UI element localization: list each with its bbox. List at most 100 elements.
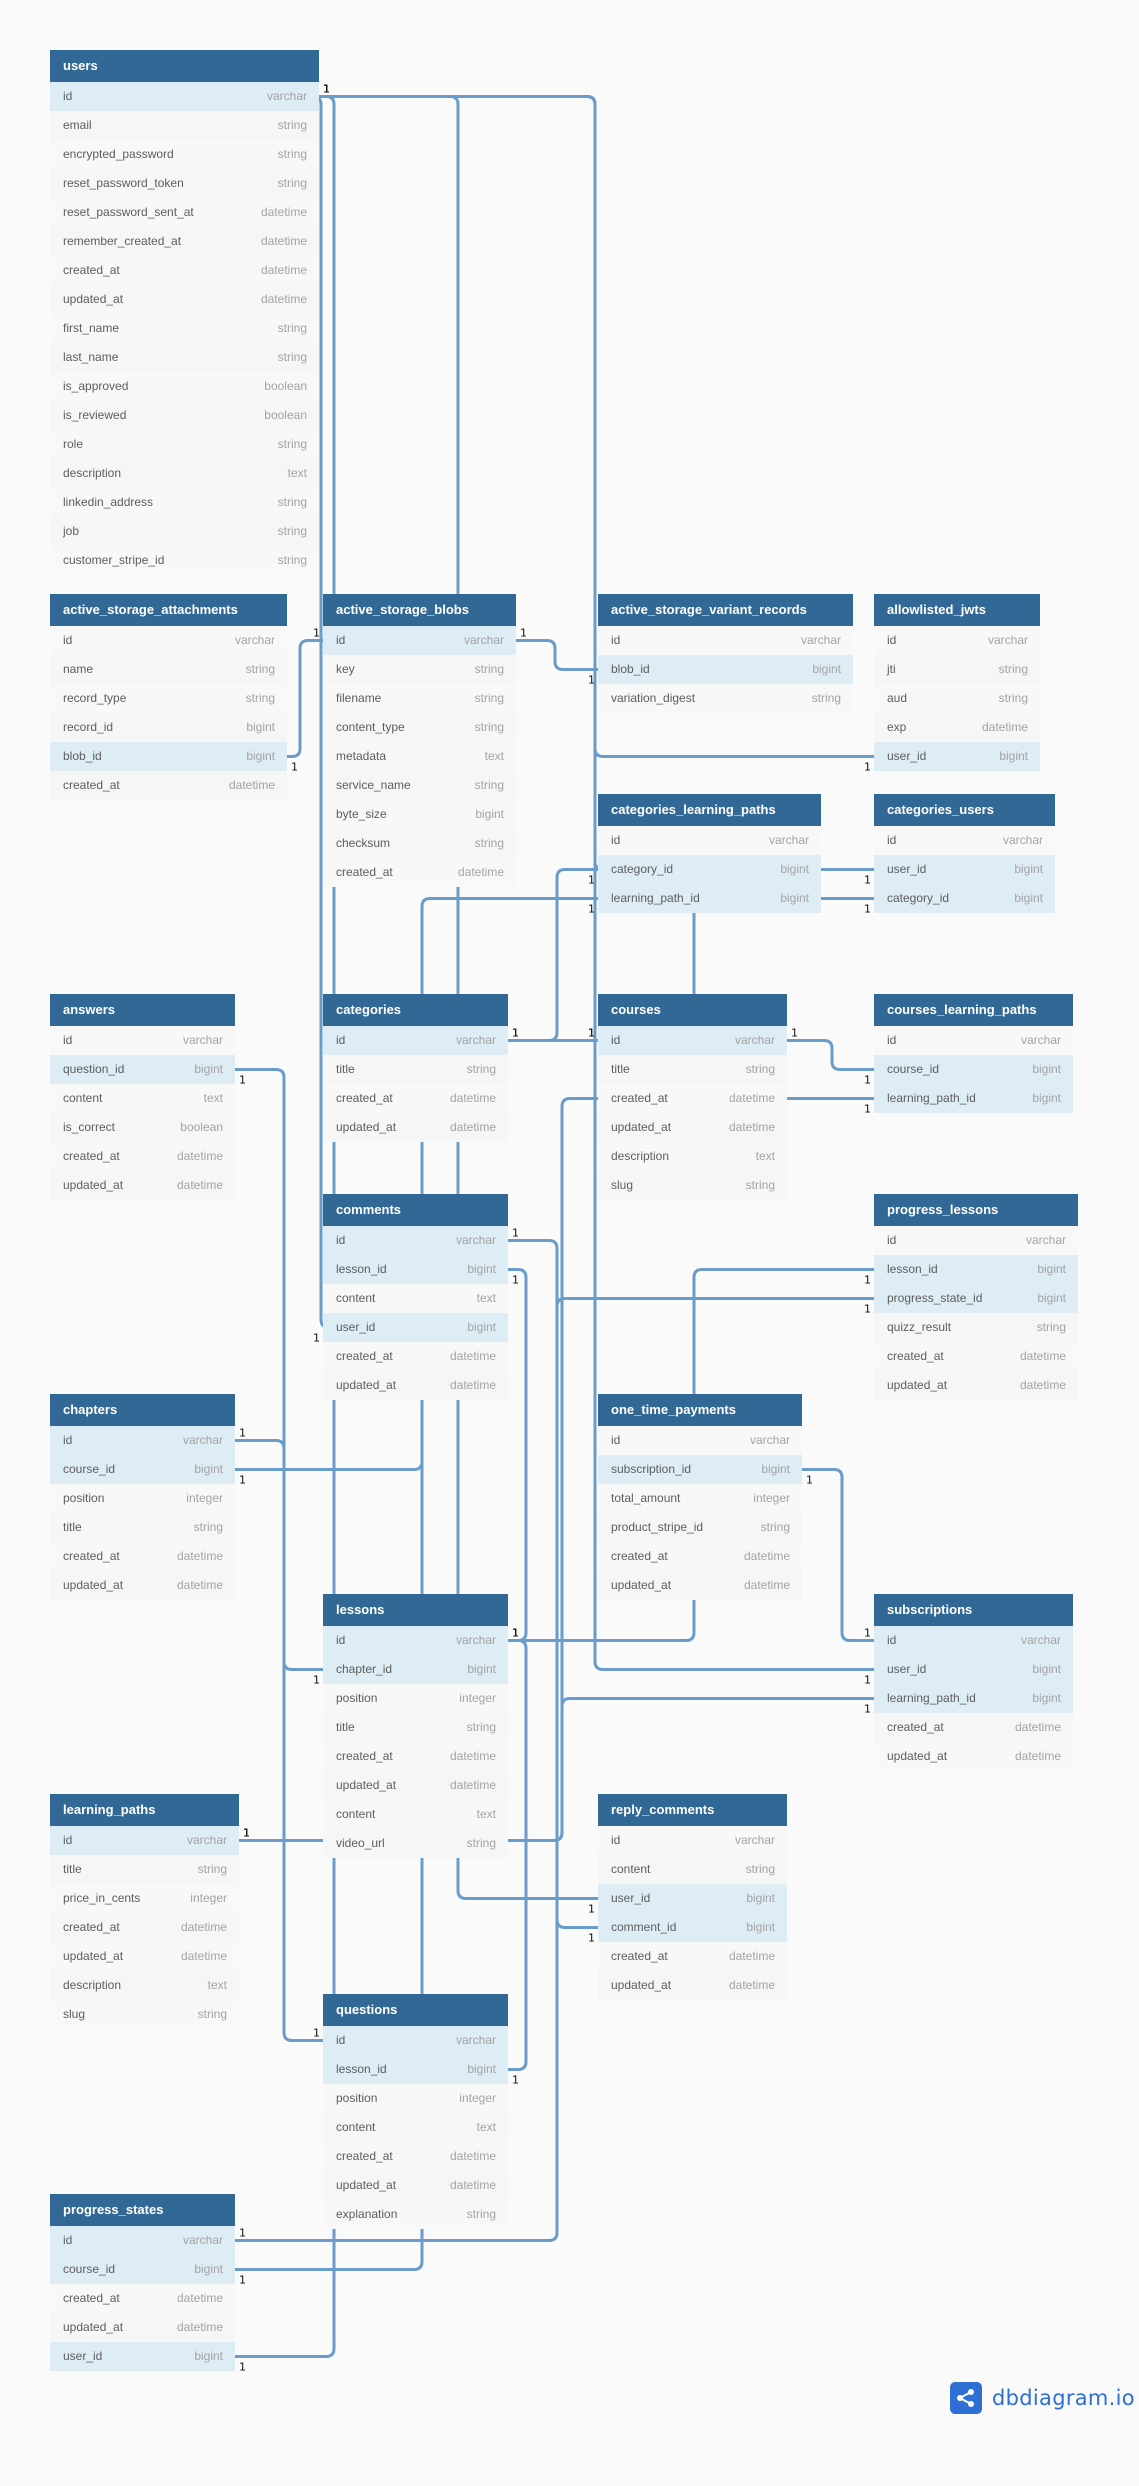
field-row[interactable]: position integer xyxy=(323,2084,508,2113)
field-row[interactable]: updated_at datetime xyxy=(598,1571,802,1600)
field-row[interactable]: user_id bigint xyxy=(874,1655,1073,1684)
table-comments[interactable]: comments id varchar lesson_id bigint content t… xyxy=(323,1194,508,1400)
field-row[interactable]: created_at datetime xyxy=(50,771,287,800)
field-row[interactable]: id varchar xyxy=(874,626,1040,655)
field-row[interactable]: id varchar xyxy=(50,1426,235,1455)
field-row[interactable]: id varchar xyxy=(323,2026,508,2055)
field-row[interactable]: user_id bigint xyxy=(598,1884,787,1913)
field-row[interactable]: comment_id bigint xyxy=(598,1913,787,1942)
field-row[interactable]: record_type string xyxy=(50,684,287,713)
field-row[interactable]: is_correct boolean xyxy=(50,1113,235,1142)
field-row[interactable]: position integer xyxy=(323,1684,508,1713)
relationship-line[interactable] xyxy=(787,1039,874,1071)
field-row[interactable]: is_approved boolean xyxy=(50,372,319,401)
table-users[interactable]: users id varchar email string encrypted_passw… xyxy=(50,50,319,575)
table-header[interactable]: active_storage_blobs xyxy=(323,594,516,626)
field-row[interactable]: checksum string xyxy=(323,829,516,858)
field-row[interactable]: key string xyxy=(323,655,516,684)
field-row[interactable]: metadata text xyxy=(323,742,516,771)
field-row[interactable]: id varchar xyxy=(598,1826,787,1855)
field-row[interactable]: id varchar xyxy=(598,626,853,655)
field-row[interactable]: content text xyxy=(323,1284,508,1313)
relationship-line[interactable] xyxy=(508,1239,598,1929)
field-row[interactable]: progress_state_id bigint xyxy=(874,1284,1078,1313)
table-allowlisted-jwts[interactable]: allowlisted_jwts id varchar jti string aud str… xyxy=(874,594,1040,771)
table-header[interactable]: reply_comments xyxy=(598,1794,787,1826)
field-row[interactable]: product_stripe_id string xyxy=(598,1513,802,1542)
field-row[interactable]: course_id bigint xyxy=(874,1055,1073,1084)
table-header[interactable]: users xyxy=(50,50,319,82)
field-row[interactable]: created_at datetime xyxy=(50,2284,235,2313)
table-header[interactable]: progress_lessons xyxy=(874,1194,1078,1226)
field-row[interactable]: first_name string xyxy=(50,314,319,343)
field-row[interactable]: subscription_id bigint xyxy=(598,1455,802,1484)
field-row[interactable]: question_id bigint xyxy=(50,1055,235,1084)
field-row[interactable]: created_at datetime xyxy=(50,1913,239,1942)
table-header[interactable]: active_storage_variant_records xyxy=(598,594,853,626)
field-row[interactable]: id varchar xyxy=(50,1826,239,1855)
table-header[interactable]: one_time_payments xyxy=(598,1394,802,1426)
table-header[interactable]: answers xyxy=(50,994,235,1026)
field-row[interactable]: id varchar xyxy=(598,1026,787,1055)
table-categories[interactable]: categories id varchar title string created_at… xyxy=(323,994,508,1142)
field-row[interactable]: lesson_id bigint xyxy=(874,1255,1078,1284)
field-row[interactable]: lesson_id bigint xyxy=(323,1255,508,1284)
field-row[interactable]: id varchar xyxy=(50,626,287,655)
field-row[interactable]: id varchar xyxy=(598,826,821,855)
field-row[interactable]: course_id bigint xyxy=(50,1455,235,1484)
field-row[interactable]: title string xyxy=(323,1713,508,1742)
field-row[interactable]: byte_size bigint xyxy=(323,800,516,829)
relationship-line[interactable] xyxy=(516,639,598,671)
field-row[interactable]: created_at datetime xyxy=(323,858,516,887)
table-questions[interactable]: questions id varchar lesson_id bigint positio… xyxy=(323,1994,508,2229)
field-row[interactable]: content_type string xyxy=(323,713,516,742)
field-row[interactable]: created_at datetime xyxy=(874,1342,1078,1371)
field-row[interactable]: created_at datetime xyxy=(323,1084,508,1113)
field-row[interactable]: remember_created_at datetime xyxy=(50,227,319,256)
field-row[interactable]: position integer xyxy=(50,1484,235,1513)
field-row[interactable]: user_id bigint xyxy=(50,2342,235,2371)
table-header[interactable]: lessons xyxy=(323,1594,508,1626)
field-row[interactable]: last_name string xyxy=(50,343,319,372)
field-row[interactable]: id varchar xyxy=(323,626,516,655)
field-row[interactable]: created_at datetime xyxy=(323,1342,508,1371)
field-row[interactable]: id varchar xyxy=(323,1226,508,1255)
table-header[interactable]: chapters xyxy=(50,1394,235,1426)
field-row[interactable]: id varchar xyxy=(874,1626,1073,1655)
table-progress-lessons[interactable]: progress_lessons id varchar lesson_id bigint… xyxy=(874,1194,1078,1400)
table-categories-learning-paths[interactable]: categories_learning_paths id varchar catego… xyxy=(598,794,821,913)
field-row[interactable]: id varchar xyxy=(598,1426,802,1455)
field-row[interactable]: created_at datetime xyxy=(323,2142,508,2171)
field-row[interactable]: updated_at datetime xyxy=(50,2313,235,2342)
relationship-line[interactable] xyxy=(287,639,323,758)
field-row[interactable]: customer_stripe_id string xyxy=(50,546,319,575)
table-header[interactable]: categories_users xyxy=(874,794,1055,826)
field-row[interactable]: category_id bigint xyxy=(598,855,821,884)
relationship-line[interactable] xyxy=(508,1639,528,2071)
field-row[interactable]: email string xyxy=(50,111,319,140)
relationship-line[interactable] xyxy=(802,1468,874,1642)
table-header[interactable]: courses_learning_paths xyxy=(874,994,1073,1026)
field-row[interactable]: learning_path_id bigint xyxy=(598,884,821,913)
field-row[interactable]: content text xyxy=(50,1084,235,1113)
table-courses-learning-paths[interactable]: courses_learning_paths id varchar course_id… xyxy=(874,994,1073,1113)
relationship-line[interactable] xyxy=(508,1268,528,1642)
field-row[interactable]: id varchar xyxy=(874,1226,1078,1255)
relationship-line[interactable] xyxy=(508,868,598,1042)
field-row[interactable]: reset_password_token string xyxy=(50,169,319,198)
field-row[interactable]: explanation string xyxy=(323,2200,508,2229)
field-row[interactable]: category_id bigint xyxy=(874,884,1055,913)
table-categories-users[interactable]: categories_users id varchar user_id bigint ca… xyxy=(874,794,1055,913)
field-row[interactable]: filename string xyxy=(323,684,516,713)
field-row[interactable]: updated_at datetime xyxy=(323,1771,508,1800)
field-row[interactable]: updated_at datetime xyxy=(323,2171,508,2200)
relationship-line[interactable] xyxy=(235,1439,323,1671)
field-row[interactable]: updated_at datetime xyxy=(323,1113,508,1142)
field-row[interactable]: id varchar xyxy=(50,82,319,111)
field-row[interactable]: total_amount integer xyxy=(598,1484,802,1513)
table-header[interactable]: learning_paths xyxy=(50,1794,239,1826)
table-chapters[interactable]: chapters id varchar course_id bigint position… xyxy=(50,1394,235,1600)
field-row[interactable]: created_at datetime xyxy=(598,1084,787,1113)
field-row[interactable]: created_at datetime xyxy=(50,1542,235,1571)
field-row[interactable]: jti string xyxy=(874,655,1040,684)
